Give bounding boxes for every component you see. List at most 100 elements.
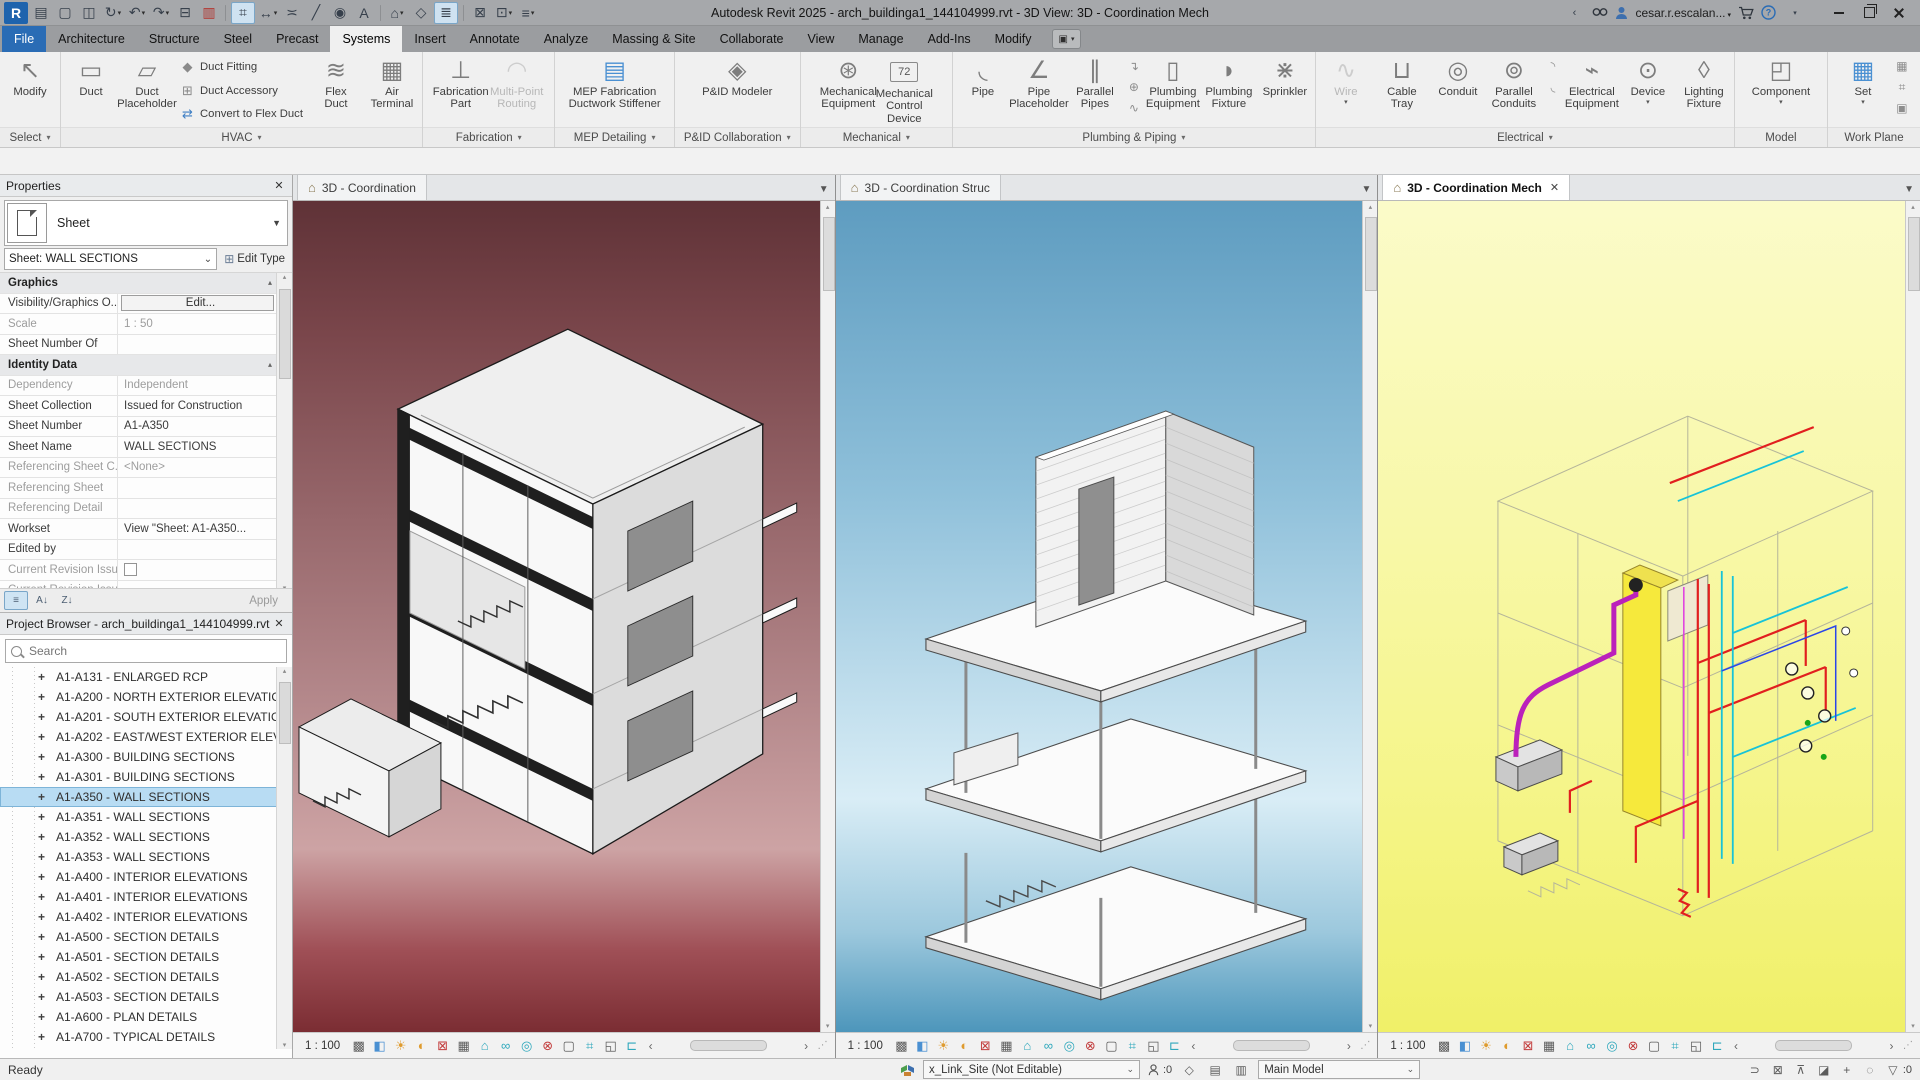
ribbon-tab[interactable]: File bbox=[2, 26, 47, 52]
view-control-icon[interactable]: ⌗ bbox=[1666, 1036, 1685, 1055]
scroll-right-icon[interactable] bbox=[799, 1038, 814, 1054]
view-control-icon[interactable]: ▩ bbox=[349, 1036, 368, 1055]
ribbon-button[interactable]: ◊ LightingFixture ▾ bbox=[1677, 54, 1731, 127]
selection-toggle-icon[interactable]: ▽ bbox=[1884, 1061, 1902, 1079]
ribbon-button[interactable]: ≋ FlexDuct ▾ bbox=[309, 54, 363, 127]
qat-icon[interactable]: ▤ bbox=[30, 3, 52, 23]
vertical-scrollbar[interactable]: ▴ ▾ bbox=[1905, 201, 1920, 1032]
qat-icon[interactable]: ↻ bbox=[102, 3, 124, 23]
view-control-icon[interactable]: ⊏ bbox=[1165, 1036, 1184, 1055]
selection-toggle-icon[interactable]: ⊃ bbox=[1746, 1061, 1764, 1079]
ribbon-button[interactable]: 72 MechanicalControl Device ▾ bbox=[876, 54, 933, 127]
qat-icon[interactable] bbox=[463, 4, 464, 21]
ribbon-button[interactable]: ▭ Duct ▾ bbox=[64, 54, 118, 127]
qat-icon[interactable]: ⊠ bbox=[469, 3, 491, 23]
selection-toggle-icon[interactable]: + bbox=[1838, 1061, 1856, 1079]
sheet-item[interactable]: A1-A500 - SECTION DETAILS bbox=[0, 927, 292, 947]
ribbon-button[interactable]: ⊔ CableTray ▾ bbox=[1375, 54, 1429, 127]
property-row[interactable]: Sheet Name WALL SECTIONS bbox=[0, 437, 292, 458]
close-icon[interactable]: ✕ bbox=[272, 617, 286, 630]
view-control-icon[interactable]: ◎ bbox=[1060, 1036, 1079, 1055]
close-view-icon[interactable]: ✕ bbox=[1550, 181, 1559, 194]
ribbon-button[interactable]: ⊙ Device ▾ bbox=[1621, 54, 1675, 127]
pane-toggle-icon[interactable]: ‹ bbox=[1563, 3, 1585, 23]
expand-icon[interactable] bbox=[38, 727, 45, 747]
sheet-item[interactable]: A1-A301 - BUILDING SECTIONS bbox=[0, 767, 292, 787]
sheet-item[interactable]: A1-A200 - NORTH EXTERIOR ELEVATION bbox=[0, 687, 292, 707]
sheet-item[interactable]: A1-A352 - WALL SECTIONS bbox=[0, 827, 292, 847]
horizontal-scrollbar[interactable] bbox=[1746, 1040, 1883, 1052]
store-cart-icon[interactable] bbox=[1738, 6, 1754, 20]
qat-icon[interactable]: ◉ bbox=[329, 3, 351, 23]
resize-grip-icon[interactable]: ⋰ bbox=[1358, 1040, 1372, 1051]
view-control-icon[interactable]: ∞ bbox=[496, 1036, 515, 1055]
sheet-item[interactable]: A1-A201 - SOUTH EXTERIOR ELEVATION bbox=[0, 707, 292, 727]
ribbon-button[interactable]: ◠ Multi-PointRouting ▾ bbox=[490, 54, 544, 127]
qat-icon[interactable]: ◫ bbox=[78, 3, 100, 23]
view-control-icon[interactable]: ◱ bbox=[1687, 1036, 1706, 1055]
horizontal-scrollbar[interactable] bbox=[1203, 1040, 1340, 1052]
panel-label-mep-detailing[interactable]: MEP Detailing bbox=[555, 127, 674, 147]
panel-label-fabrication[interactable]: Fabrication bbox=[422, 127, 555, 147]
ribbon-button[interactable]: ⊚ ParallelConduits ▾ bbox=[1487, 54, 1541, 127]
ribbon-mini-icon[interactable]: ⊕ bbox=[1124, 78, 1144, 96]
expand-icon[interactable] bbox=[38, 947, 45, 967]
property-row[interactable]: Identity Data bbox=[0, 355, 292, 376]
view-control-icon[interactable]: ⊗ bbox=[538, 1036, 557, 1055]
active-workset-dropdown[interactable]: x_Link_Site (Not Editable) bbox=[923, 1060, 1140, 1079]
selection-toggle-icon[interactable]: ⊼ bbox=[1792, 1061, 1810, 1079]
view-control-icon[interactable]: ⌂ bbox=[1561, 1036, 1580, 1055]
view-control-icon[interactable]: ⊏ bbox=[1708, 1036, 1727, 1055]
expand-icon[interactable] bbox=[38, 667, 45, 687]
property-row[interactable]: Workset View "Sheet: A1-A350... bbox=[0, 519, 292, 540]
scroll-right-icon[interactable] bbox=[1884, 1038, 1899, 1054]
qat-icon[interactable]: ↶ bbox=[126, 3, 148, 23]
expand-icon[interactable] bbox=[38, 707, 45, 727]
qat-icon[interactable]: ⌗ bbox=[231, 1, 255, 24]
view-control-icon[interactable]: ◎ bbox=[1603, 1036, 1622, 1055]
worksets-icon[interactable] bbox=[900, 1063, 915, 1077]
view-control-icon[interactable]: ▦ bbox=[997, 1036, 1016, 1055]
expand-icon[interactable] bbox=[38, 907, 45, 927]
property-row[interactable]: Referencing Sheet bbox=[0, 478, 292, 499]
view-control-icon[interactable]: ◐ bbox=[412, 1036, 431, 1055]
view-control-icon[interactable]: ☀ bbox=[934, 1036, 953, 1055]
view-control-icon[interactable]: ∞ bbox=[1039, 1036, 1058, 1055]
view-control-icon[interactable]: ◎ bbox=[517, 1036, 536, 1055]
expand-icon[interactable] bbox=[38, 827, 45, 847]
qat-icon[interactable]: R bbox=[4, 1, 28, 24]
ribbon-tab[interactable]: Systems bbox=[330, 26, 403, 52]
design-option-dropdown[interactable]: Main Model bbox=[1258, 1060, 1421, 1079]
ribbon-button[interactable]: ◈ P&ID Modeler ▾ bbox=[686, 54, 788, 127]
ribbon-tab[interactable]: Massing & Site bbox=[600, 26, 707, 52]
apply-button[interactable]: Apply bbox=[249, 595, 288, 607]
sheet-item[interactable]: A1-A503 - SECTION DETAILS bbox=[0, 987, 292, 1007]
selection-toggle-icon[interactable]: ◪ bbox=[1815, 1061, 1833, 1079]
project-browser-header[interactable]: Project Browser - arch_buildinga1_144104… bbox=[0, 613, 292, 635]
expand-icon[interactable] bbox=[38, 1007, 45, 1027]
property-row[interactable]: Sheet Collection Issued for Construction bbox=[0, 396, 292, 417]
viewport-coordination[interactable]: ▴ ▾ bbox=[293, 201, 835, 1032]
workflow-selector[interactable]: ▣ bbox=[1051, 29, 1082, 49]
property-row[interactable]: Current Revision Issu... bbox=[0, 560, 292, 581]
ribbon-button[interactable]: ◗ PlumbingFixture ▾ bbox=[1202, 54, 1256, 127]
vertical-scrollbar[interactable]: ▴ ▾ bbox=[1362, 201, 1378, 1032]
view-tab[interactable]: 3D - Coordination bbox=[297, 174, 427, 200]
view-control-icon[interactable]: ⊗ bbox=[1624, 1036, 1643, 1055]
scroll-left-icon[interactable] bbox=[643, 1038, 658, 1054]
ribbon-small-button[interactable]: ⇄ Convert to Flex Duct bbox=[180, 103, 303, 125]
sheet-item[interactable]: A1-A300 - BUILDING SECTIONS bbox=[0, 747, 292, 767]
sheet-item[interactable]: A1-A351 - WALL SECTIONS bbox=[0, 807, 292, 827]
ribbon-tab[interactable]: Precast bbox=[264, 26, 330, 52]
view-scale[interactable]: 1 : 100 bbox=[298, 1040, 347, 1052]
qat-icon[interactable]: ▥ bbox=[198, 3, 220, 23]
close-button[interactable] bbox=[1886, 3, 1912, 23]
minimize-button[interactable] bbox=[1826, 3, 1852, 23]
view-control-icon[interactable]: ▩ bbox=[1435, 1036, 1454, 1055]
vertical-scrollbar[interactable]: ▴ ▾ bbox=[819, 201, 835, 1032]
sheet-item[interactable]: A1-A202 - EAST/WEST EXTERIOR ELEVAT bbox=[0, 727, 292, 747]
view-control-icon[interactable]: ⌗ bbox=[580, 1036, 599, 1055]
view-control-icon[interactable]: ▢ bbox=[559, 1036, 578, 1055]
edit-type-button[interactable]: ⊞ Edit Type bbox=[221, 252, 288, 266]
scroll-left-icon[interactable] bbox=[1729, 1038, 1744, 1054]
